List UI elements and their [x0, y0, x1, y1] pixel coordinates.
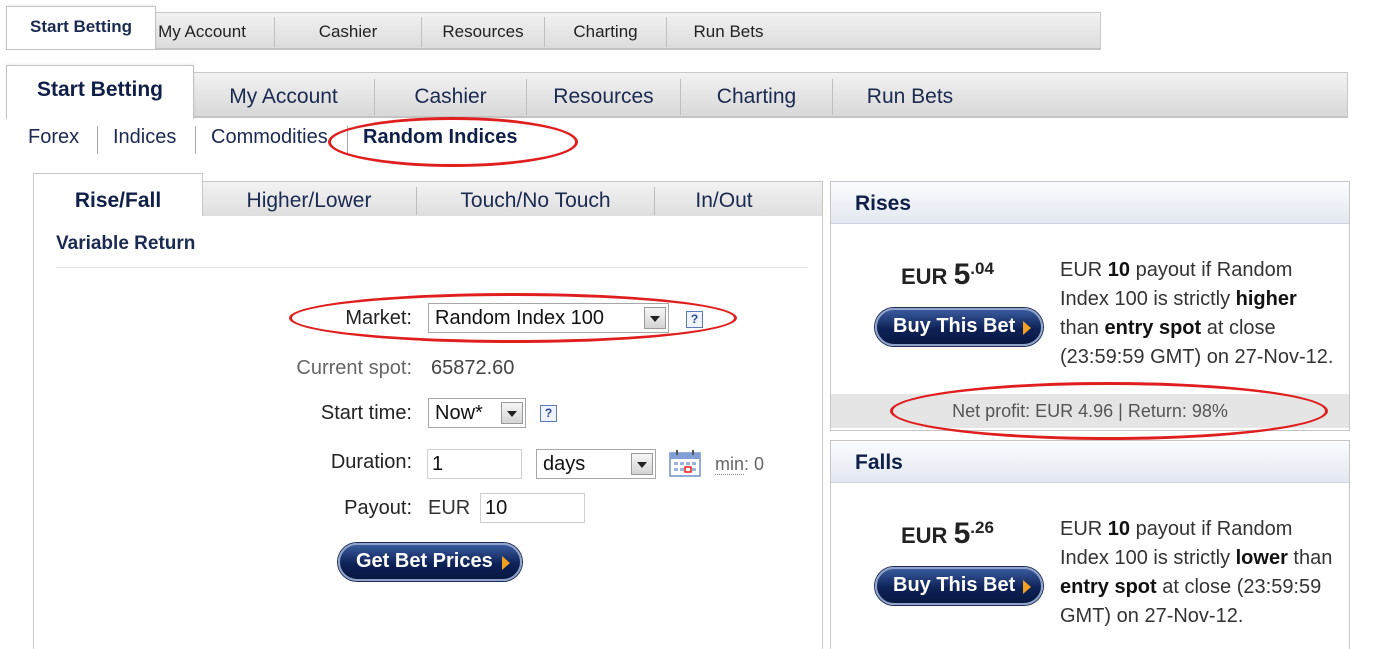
desc-text: EUR — [1060, 259, 1108, 281]
tab-higher-lower[interactable]: Higher/Lower — [202, 187, 417, 215]
start-time-select[interactable]: Now* — [428, 398, 526, 428]
arrow-right-icon — [502, 556, 510, 570]
arrow-right-icon — [1023, 580, 1031, 594]
desc-amount: 10 — [1107, 518, 1131, 540]
buy-falls-button[interactable]: Buy This Bet — [875, 567, 1043, 605]
duration-unit-value: days — [543, 453, 586, 475]
tab-resources[interactable]: Resources — [527, 79, 681, 115]
duration-input[interactable]: 1 — [427, 449, 522, 479]
falls-description: EUR 10 payout if Random Index 100 is str… — [1060, 515, 1340, 631]
subnav-indices[interactable]: Indices — [113, 126, 176, 149]
falls-price-int: 5 — [953, 517, 971, 550]
rises-panel: Rises EUR 5.04 Buy This Bet EUR 10 payou… — [830, 181, 1350, 431]
subnav-random-indices[interactable]: Random Indices — [363, 126, 517, 149]
desc-text: than — [1287, 547, 1333, 569]
chevron-down-icon[interactable] — [644, 307, 666, 329]
chevron-down-icon[interactable] — [501, 402, 523, 424]
falls-price-dec: .26 — [970, 517, 994, 537]
market-select[interactable]: Random Index 100 — [428, 303, 669, 333]
desc-entry-spot: entry spot — [1104, 317, 1202, 339]
tab-run-bets[interactable]: Run Bets — [833, 79, 987, 115]
subnav-divider — [97, 126, 98, 154]
subnav-divider — [195, 126, 196, 154]
tab-run-bets-small[interactable]: Run Bets — [667, 17, 790, 47]
tab-rise-fall[interactable]: Rise/Fall — [33, 173, 203, 218]
duration-unit-select[interactable]: days — [536, 449, 656, 479]
rises-description: EUR 10 payout if Random Index 100 is str… — [1060, 256, 1340, 396]
tab-charting[interactable]: Charting — [681, 79, 833, 115]
tab-my-account[interactable]: My Account — [193, 79, 375, 115]
rises-currency: EUR — [901, 264, 948, 289]
chevron-down-icon[interactable] — [631, 453, 653, 475]
falls-panel: Falls EUR 5.26 Buy This Bet EUR 10 payou… — [830, 440, 1350, 649]
get-bet-prices-button[interactable]: Get Bet Prices — [338, 543, 522, 581]
get-bet-prices-label: Get Bet Prices — [356, 550, 493, 572]
top-tab-bar-small: My Account Cashier Resources Charting Ru… — [6, 6, 1101, 50]
payout-input[interactable]: 10 — [480, 493, 585, 523]
start-time-label: Start time: — [320, 402, 412, 424]
falls-title: Falls — [831, 441, 1349, 483]
falls-currency: EUR — [901, 523, 948, 548]
buy-rises-button[interactable]: Buy This Bet — [875, 308, 1043, 346]
buy-falls-label: Buy This Bet — [893, 574, 1016, 596]
help-icon[interactable]: ? — [540, 405, 557, 422]
current-spot-label: Current spot: — [296, 357, 412, 379]
tab-in-out[interactable]: In/Out — [655, 187, 793, 215]
section-divider — [56, 267, 808, 268]
falls-price: EUR 5.26 — [901, 517, 994, 551]
buy-rises-label: Buy This Bet — [893, 315, 1016, 337]
desc-direction: lower — [1235, 547, 1288, 569]
payout-currency: EUR — [428, 497, 471, 519]
section-title: Variable Return — [56, 233, 196, 254]
tab-cashier-small[interactable]: Cashier — [275, 17, 422, 47]
duration-label: Duration: — [330, 451, 412, 473]
rises-price-int: 5 — [953, 258, 971, 291]
help-icon[interactable]: ? — [686, 311, 703, 328]
min-duration-hint: min: 0 — [715, 454, 764, 475]
calendar-icon[interactable] — [669, 450, 701, 477]
tab-charting-small[interactable]: Charting — [545, 17, 667, 47]
tab-start-betting[interactable]: Start Betting — [6, 65, 194, 119]
desc-text: than — [1060, 317, 1105, 339]
desc-amount: 10 — [1107, 259, 1131, 281]
tab-start-betting-small[interactable]: Start Betting — [6, 6, 156, 49]
tab-cashier[interactable]: Cashier — [375, 79, 527, 115]
min-duration-value: : 0 — [744, 454, 765, 474]
market-select-value: Random Index 100 — [435, 307, 605, 329]
rises-price: EUR 5.04 — [901, 258, 994, 292]
current-spot-value: 65872.60 — [431, 357, 515, 379]
subnav-divider — [347, 126, 348, 154]
bet-form-panel — [33, 216, 823, 649]
desc-entry-spot: entry spot — [1060, 576, 1157, 598]
desc-direction: higher — [1235, 288, 1297, 310]
subnav-commodities[interactable]: Commodities — [211, 126, 328, 149]
top-tab-bar: My Account Cashier Resources Charting Ru… — [6, 65, 1348, 119]
arrow-right-icon — [1023, 321, 1031, 335]
desc-text: EUR — [1060, 518, 1108, 540]
payout-label: Payout: — [344, 497, 412, 519]
rises-price-dec: .04 — [970, 258, 994, 278]
subnav-forex[interactable]: Forex — [28, 126, 79, 149]
tab-touch-no-touch[interactable]: Touch/No Touch — [417, 187, 655, 215]
tab-resources-small[interactable]: Resources — [422, 17, 545, 47]
start-time-value: Now* — [435, 402, 483, 424]
min-duration-term: min — [715, 454, 745, 475]
rises-net-profit: Net profit: EUR 4.96 | Return: 98% — [831, 394, 1349, 428]
market-label: Market: — [345, 307, 412, 329]
bet-type-tabs: Higher/Lower Touch/No Touch In/Out Rise/… — [33, 173, 823, 218]
rises-title: Rises — [831, 182, 1349, 224]
